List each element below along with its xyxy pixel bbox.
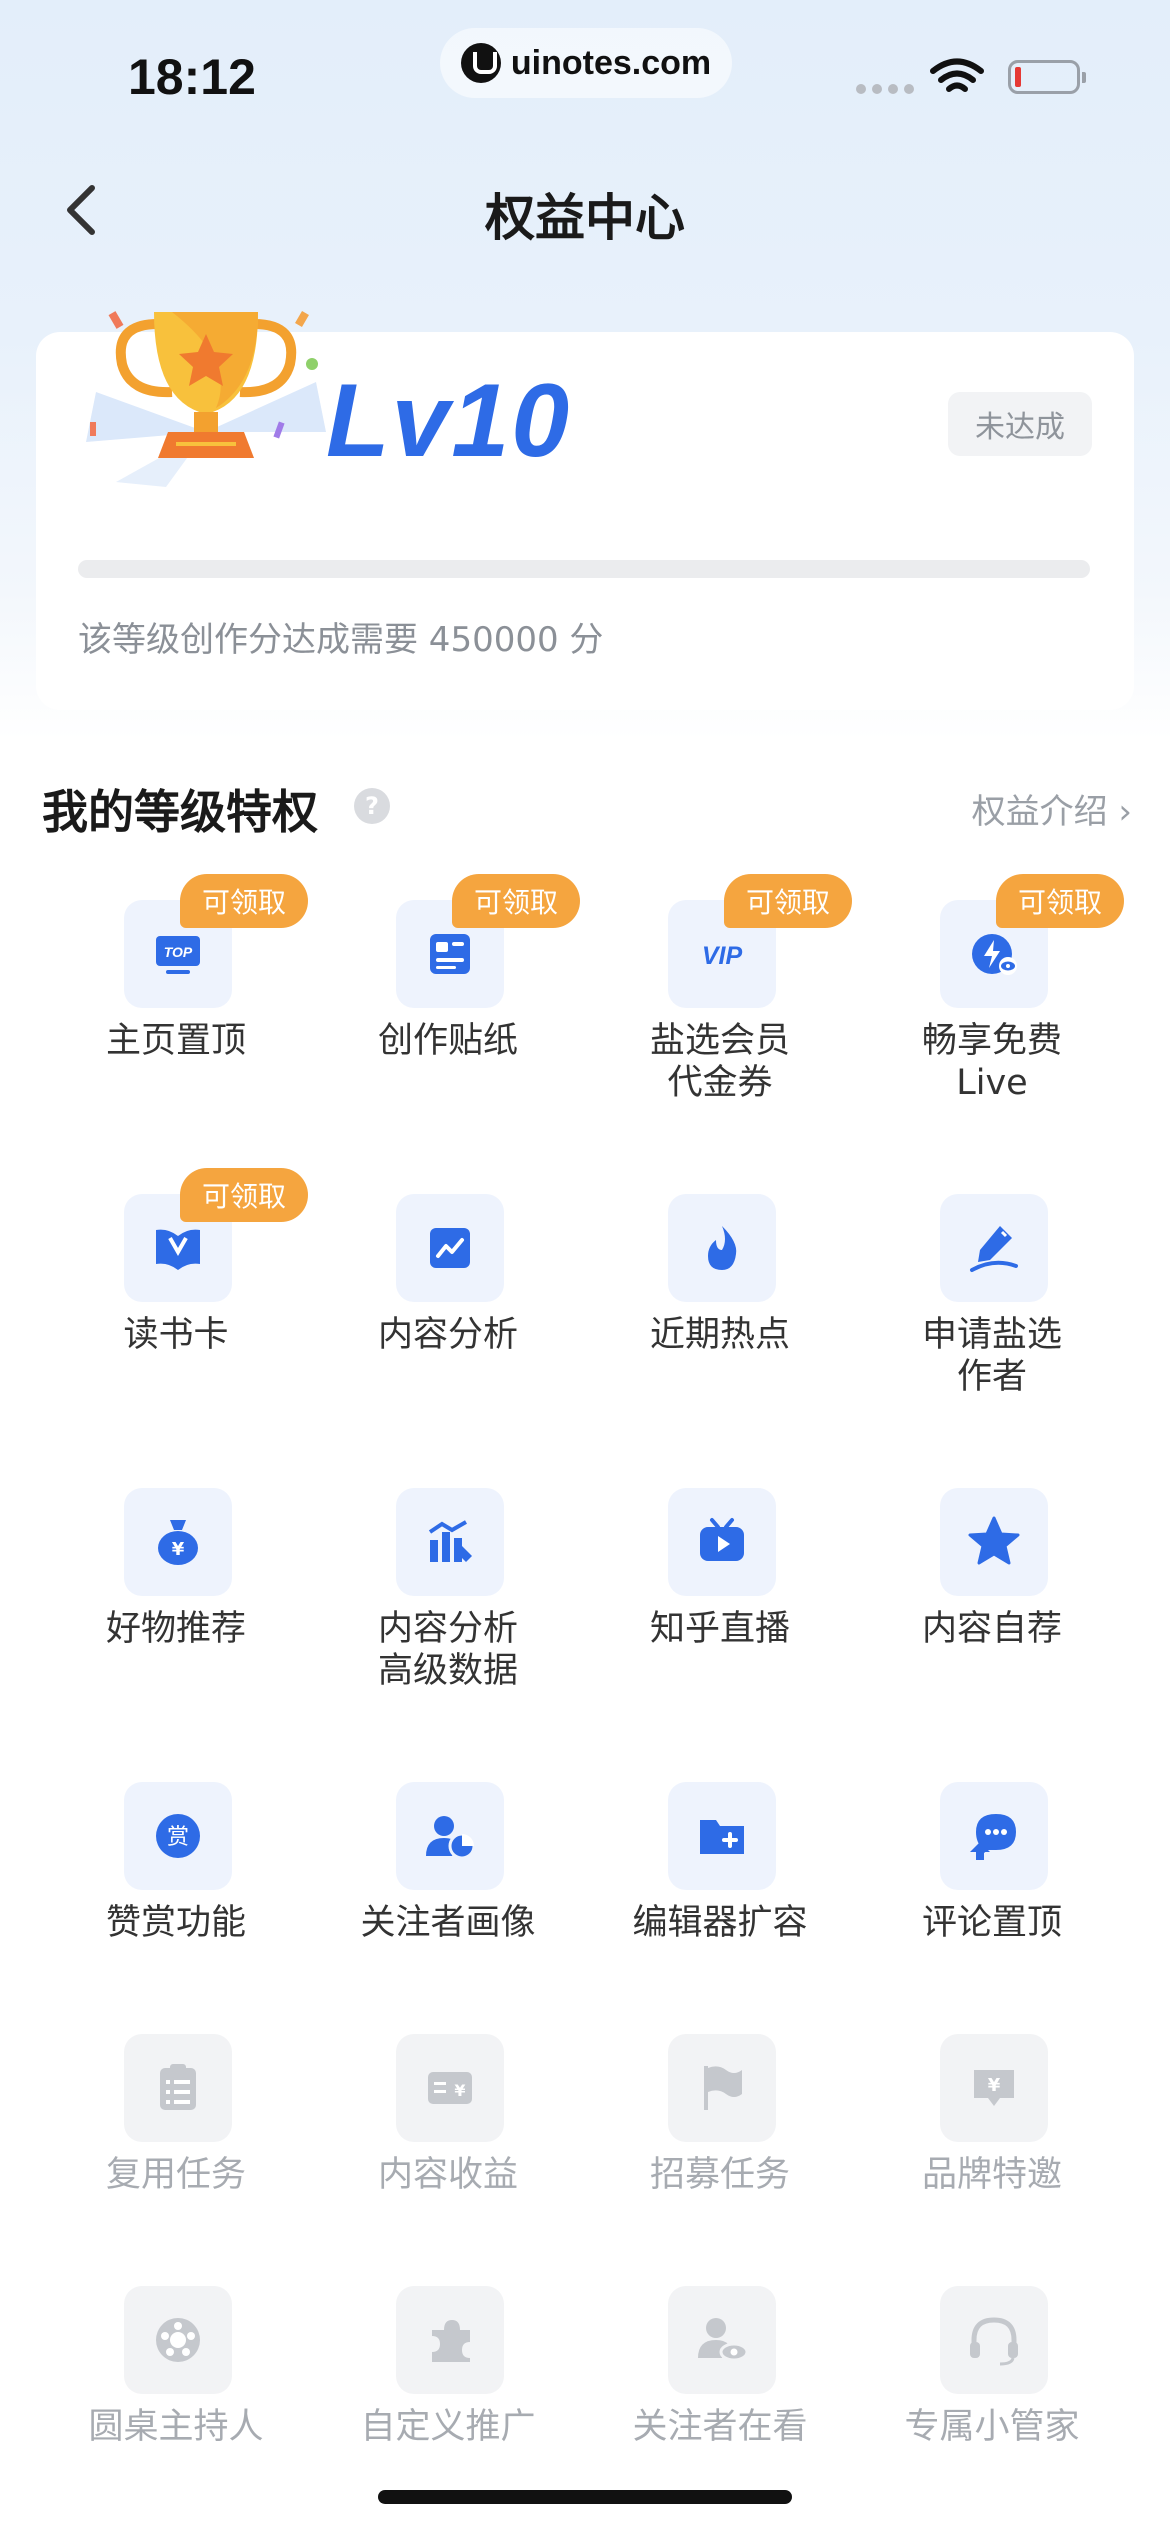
privilege-label: 内容分析 (377, 1315, 518, 1355)
privilege-brand[interactable]: ¥ 品牌特邀 (856, 2014, 1128, 2274)
privilege-label: 自定义推广 (360, 2407, 536, 2447)
privilege-roundtable[interactable]: 圆桌主持人 (40, 2266, 312, 2526)
page-title: 权益中心 (485, 189, 685, 247)
privilege-sticker[interactable]: 创作贴纸 可领取 (312, 874, 584, 1140)
privilege-money-bag[interactable]: ¥ 好物推荐 (40, 1468, 312, 1728)
income-icon: ¥ (396, 2034, 504, 2142)
benefits-intro-link[interactable]: 权益介绍 › (972, 784, 1132, 833)
privilege-puzzle[interactable]: 自定义推广 (312, 2266, 584, 2526)
user-eye-icon (668, 2286, 776, 2394)
privilege-top[interactable]: TOP 主页置顶 可领取 (40, 874, 312, 1140)
privilege-headset[interactable]: 专属小管家 (856, 2266, 1128, 2526)
claim-badge[interactable]: 可领取 (180, 874, 308, 928)
folder-plus-icon (668, 1782, 776, 1890)
headset-icon (940, 2286, 1048, 2394)
privilege-income[interactable]: ¥ 内容收益 (312, 2014, 584, 2274)
help-icon[interactable]: ? (354, 788, 390, 824)
privilege-label: 读书卡 (123, 1315, 229, 1355)
privilege-label: 关注者画像 (360, 1903, 536, 1943)
status-badge: 未达成 (948, 392, 1092, 456)
privilege-label: 评论置顶 (921, 1903, 1062, 1943)
privilege-live[interactable]: 畅享免费 Live 可领取 (856, 874, 1128, 1140)
privilege-label: 内容收益 (377, 2155, 518, 2195)
privilege-label: 招募任务 (649, 2155, 790, 2195)
claim-badge[interactable]: 可领取 (452, 874, 580, 928)
svg-text:TOP: TOP (164, 944, 193, 960)
level-progress-bar (78, 560, 1090, 578)
privilege-tv-play[interactable]: 知乎直播 (584, 1468, 856, 1728)
privilege-book[interactable]: 读书卡 可领取 (40, 1168, 312, 1434)
url-pill[interactable]: uinotes.com (440, 28, 732, 98)
privilege-reward[interactable]: 赏赞赏功能 (40, 1762, 312, 2022)
privilege-label: 赞赏功能 (105, 1903, 246, 1943)
privilege-clipboard[interactable]: 复用任务 (40, 2014, 312, 2274)
claim-badge[interactable]: 可领取 (180, 1168, 308, 1222)
privilege-label: 专属小管家 (904, 2407, 1080, 2447)
url-text: uinotes.com (510, 43, 712, 82)
privilege-label: 主页置顶 (105, 1021, 246, 1061)
privilege-label: 好物推荐 (105, 1609, 246, 1649)
privilege-label: 知乎直播 (649, 1609, 790, 1649)
site-logo-icon (460, 43, 501, 83)
money-bag-icon: ¥ (124, 1488, 232, 1596)
level-description: 该等级创作分达成需要 450000 分 (78, 620, 604, 660)
home-indicator (378, 2490, 792, 2504)
level-name: Lv10 (326, 363, 572, 479)
svg-text:¥: ¥ (988, 2075, 1001, 2096)
roundtable-icon (124, 2286, 232, 2394)
privilege-flag[interactable]: 招募任务 (584, 2014, 856, 2274)
section-title: 我的等级特权 (42, 785, 318, 839)
wifi-icon (930, 58, 984, 92)
privilege-label: 复用任务 (105, 2155, 246, 2195)
chart-icon (396, 1194, 504, 1302)
level-card: Lv10 未达成 该等级创作分达成需要 450000 分 (36, 310, 1134, 710)
privilege-bar-chart[interactable]: 内容分析 高级数据 (312, 1468, 584, 1728)
privilege-label: 关注者在看 (632, 2407, 808, 2447)
cellular-signal-icon (856, 84, 914, 94)
trophy-icon (86, 310, 326, 487)
privilege-user-eye[interactable]: 关注者在看 (584, 2266, 856, 2526)
claim-badge[interactable]: 可领取 (996, 874, 1124, 928)
flag-icon (668, 2034, 776, 2142)
clipboard-icon (124, 2034, 232, 2142)
privilege-label: 编辑器扩容 (632, 1903, 808, 1943)
reward-icon: 赏 (124, 1782, 232, 1890)
privilege-vip[interactable]: VIP 盐选会员 代金券 可领取 (584, 874, 856, 1140)
puzzle-icon (396, 2286, 504, 2394)
nav-bar: 权益中心 (0, 160, 1170, 260)
svg-text:¥: ¥ (172, 1539, 185, 1560)
privilege-comment-top[interactable]: 评论置顶 (856, 1762, 1128, 2022)
privilege-label: 申请盐选 作者 (921, 1315, 1062, 1397)
privilege-label: 近期热点 (649, 1315, 790, 1355)
pen-icon (940, 1194, 1048, 1302)
svg-text:¥: ¥ (454, 2081, 465, 2100)
svg-text:VIP: VIP (702, 942, 743, 970)
user-pie-icon (396, 1782, 504, 1890)
privilege-label: 畅享免费 Live (921, 1021, 1062, 1103)
privilege-label: 圆桌主持人 (88, 2407, 264, 2447)
status-bar: 18:12 uinotes.com (0, 0, 1170, 140)
svg-text:赏: 赏 (167, 1825, 189, 1850)
battery-icon (1008, 60, 1086, 94)
privilege-flame[interactable]: 近期热点 (584, 1174, 856, 1434)
bar-chart-icon (396, 1488, 504, 1596)
status-time: 18:12 (128, 49, 256, 105)
privilege-chart[interactable]: 内容分析 (312, 1174, 584, 1434)
privilege-label: 盐选会员 代金券 (649, 1021, 790, 1103)
privilege-star[interactable]: 内容自荐 (856, 1468, 1128, 1728)
claim-badge[interactable]: 可领取 (724, 874, 852, 928)
privilege-label: 内容分析 高级数据 (377, 1609, 518, 1691)
tv-play-icon (668, 1488, 776, 1596)
privilege-label: 创作贴纸 (377, 1021, 518, 1061)
privilege-label: 内容自荐 (921, 1609, 1062, 1649)
privilege-pen[interactable]: 申请盐选 作者 (856, 1174, 1128, 1434)
privilege-folder-plus[interactable]: 编辑器扩容 (584, 1762, 856, 2022)
brand-icon: ¥ (940, 2034, 1048, 2142)
flame-icon (668, 1194, 776, 1302)
privilege-user-pie[interactable]: 关注者画像 (312, 1762, 584, 2022)
star-icon (940, 1488, 1048, 1596)
comment-top-icon (940, 1782, 1048, 1890)
privilege-label: 品牌特邀 (921, 2155, 1062, 2195)
privileges-header: 我的等级特权 ? 权益介绍 › (42, 776, 1132, 839)
